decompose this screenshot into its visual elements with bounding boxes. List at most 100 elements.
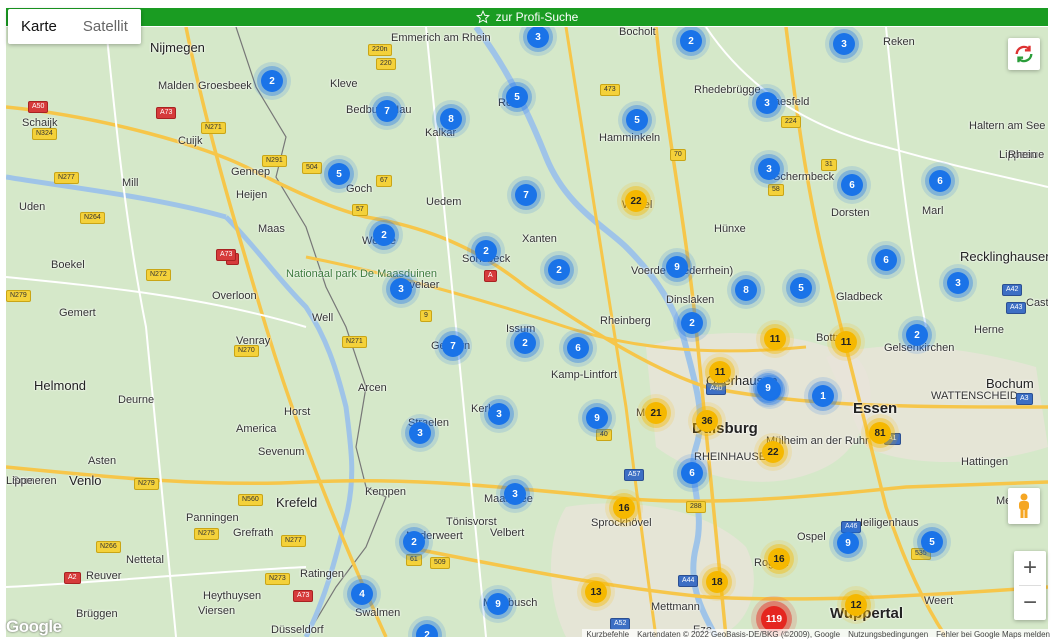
road-shield: 70 — [670, 149, 686, 161]
cluster-marker[interactable]: 4 — [351, 583, 373, 605]
cluster-marker[interactable]: 11 — [764, 328, 786, 350]
road-shield: 9 — [420, 310, 432, 322]
cluster-marker[interactable]: 2 — [514, 332, 536, 354]
place-label: Grefrath — [233, 527, 274, 539]
place-label: WATTENSCHEID — [931, 390, 1018, 402]
place-label: Venlo — [69, 473, 102, 488]
cluster-marker[interactable]: 3 — [833, 33, 855, 55]
place-label: Nijmegen — [150, 40, 205, 55]
refresh-button[interactable] — [1008, 38, 1040, 70]
place-label: Gemert — [59, 307, 96, 319]
road-shield: N273 — [265, 573, 290, 585]
report-link[interactable]: Fehler bei Google Maps melden — [936, 630, 1050, 639]
place-label: Bocholt — [619, 27, 656, 38]
cluster-marker[interactable]: 9 — [487, 593, 509, 615]
cluster-marker[interactable]: 9 — [757, 377, 779, 399]
cluster-marker[interactable]: 6 — [875, 249, 897, 271]
road-shield: 31 — [821, 159, 837, 171]
cluster-marker[interactable]: 21 — [645, 402, 667, 424]
place-label: Kamp-Lintfort — [551, 369, 618, 381]
place-label: Kempen — [365, 486, 406, 498]
place-label: Mettmann — [651, 601, 700, 613]
profi-search-bar[interactable]: zur Profi-Suche — [6, 8, 1048, 26]
cluster-marker[interactable]: 2 — [681, 312, 703, 334]
cluster-marker[interactable]: 2 — [680, 30, 702, 52]
pegman-icon — [1019, 493, 1029, 518]
cluster-marker[interactable]: 2 — [373, 224, 395, 246]
cluster-marker[interactable]: 2 — [261, 70, 283, 92]
cluster-marker[interactable]: 3 — [488, 403, 510, 425]
place-label: Rhein — [1008, 149, 1037, 161]
map-type-satellit[interactable]: Satellit — [70, 9, 141, 44]
cluster-marker[interactable]: 9 — [666, 256, 688, 278]
cluster-marker[interactable]: 22 — [625, 190, 647, 212]
map-canvas[interactable]: Nijmegen Malden Groesbeek Kleve Emmerich am … — [6, 27, 1048, 637]
cluster-marker[interactable]: 5 — [328, 163, 350, 185]
cluster-marker[interactable]: 2 — [475, 240, 497, 262]
cluster-marker[interactable]: 8 — [735, 279, 757, 301]
star-icon — [475, 10, 490, 24]
profi-search-label: zur Profi-Suche — [495, 10, 579, 24]
cluster-marker[interactable]: 2 — [403, 531, 425, 553]
cluster-marker[interactable]: 3 — [947, 272, 969, 294]
cluster-marker[interactable]: 3 — [504, 483, 526, 505]
cluster-marker[interactable]: 6 — [567, 337, 589, 359]
cluster-marker[interactable]: 13 — [585, 581, 607, 603]
cluster-marker[interactable]: 5 — [921, 531, 943, 553]
place-label: Recklinghausen — [960, 249, 1048, 264]
cluster-marker[interactable]: 3 — [527, 27, 549, 48]
road-shield: N270 — [234, 345, 259, 357]
place-label: Asten — [88, 455, 117, 467]
cluster-marker[interactable]: 1 — [812, 385, 834, 407]
map-type-karte[interactable]: Karte — [8, 9, 70, 44]
cluster-marker[interactable]: 16 — [768, 548, 790, 570]
cluster-marker[interactable]: 3 — [756, 92, 778, 114]
cluster-marker[interactable]: 6 — [841, 174, 863, 196]
place-label: Maas — [258, 223, 285, 235]
cluster-marker[interactable]: 16 — [613, 497, 635, 519]
cluster-marker[interactable]: 11 — [709, 361, 731, 383]
cluster-marker[interactable]: 6 — [681, 462, 703, 484]
cluster-marker[interactable]: 6 — [929, 170, 951, 192]
cluster-marker[interactable]: 5 — [790, 277, 812, 299]
cluster-marker[interactable]: 22 — [762, 441, 784, 463]
place-label: Herne — [974, 324, 1004, 336]
zoom-in-button[interactable]: + — [1014, 551, 1046, 585]
terms-link[interactable]: Nutzungsbedingungen — [848, 630, 928, 639]
road-shield: N560 — [238, 494, 263, 506]
street-view-pegman[interactable] — [1008, 488, 1040, 524]
cluster-marker[interactable]: 7 — [442, 335, 464, 357]
cluster-marker[interactable]: 8 — [440, 108, 462, 130]
cluster-marker[interactable]: 3 — [409, 422, 431, 444]
place-label: Dorsten — [831, 207, 870, 219]
place-label: Essen — [853, 400, 898, 417]
place-label: Groesbeek — [198, 80, 252, 92]
cluster-marker[interactable]: 3 — [758, 158, 780, 180]
place-label: Sevenum — [258, 446, 305, 458]
cluster-marker[interactable]: 2 — [906, 324, 928, 346]
cluster-marker[interactable]: 36 — [696, 410, 718, 432]
place-label: Xanten — [522, 233, 557, 245]
cluster-marker[interactable]: 5 — [626, 109, 648, 131]
zoom-out-button[interactable]: − — [1014, 586, 1046, 620]
road-shield: A44 — [678, 575, 699, 587]
shortcuts-link[interactable]: Kurzbefehle — [586, 630, 629, 639]
cluster-marker[interactable]: 18 — [706, 571, 728, 593]
road-shield: N277 — [281, 535, 306, 547]
place-label: Helmond — [34, 378, 87, 393]
road-shield: A46 — [841, 521, 862, 533]
cluster-marker[interactable]: 3 — [390, 278, 412, 300]
road-shield: A73 — [156, 107, 177, 119]
cluster-marker[interactable]: 2 — [548, 259, 570, 281]
cluster-marker[interactable]: 12 — [845, 594, 867, 616]
cluster-marker[interactable]: 9 — [586, 407, 608, 429]
place-label: Velbert — [490, 527, 525, 539]
cluster-marker[interactable]: 7 — [376, 100, 398, 122]
cluster-marker[interactable]: 7 — [515, 184, 537, 206]
cluster-marker[interactable]: 9 — [837, 532, 859, 554]
place-label: Panningen — [186, 512, 239, 524]
cluster-marker[interactable]: 81 — [869, 422, 891, 444]
cluster-marker[interactable]: 11 — [835, 331, 857, 353]
cluster-marker[interactable]: 5 — [506, 86, 528, 108]
road-shield: 40 — [596, 429, 612, 441]
